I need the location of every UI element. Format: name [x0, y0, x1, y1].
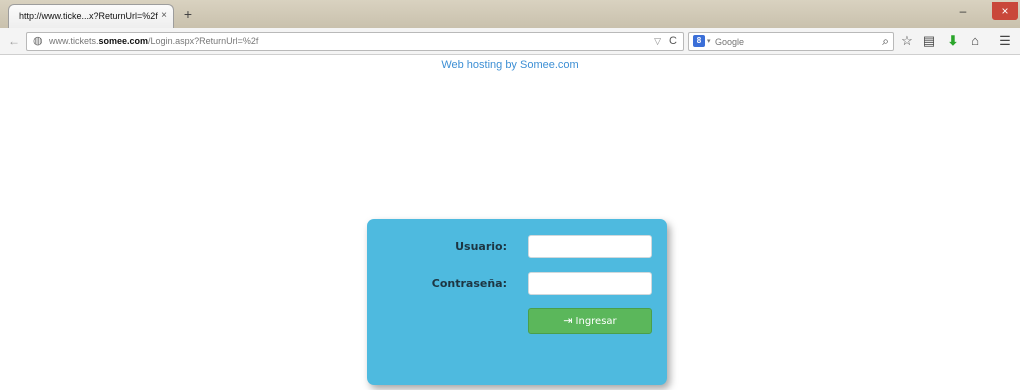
- username-label: Usuario:: [455, 240, 507, 253]
- login-button[interactable]: ⇥ Ingresar: [528, 308, 652, 334]
- tab-close-icon[interactable]: ×: [161, 5, 167, 27]
- password-input[interactable]: [528, 272, 652, 295]
- search-engine-icon[interactable]: 8: [693, 35, 705, 47]
- home-icon[interactable]: ⌂: [966, 31, 984, 51]
- username-input[interactable]: [528, 235, 652, 258]
- browser-navbar: ← ◍ www.tickets.somee.com/Login.aspx?Ret…: [0, 28, 1020, 55]
- window-close-button[interactable]: ×: [992, 2, 1018, 20]
- search-bar[interactable]: 8 ▾ ⌕: [688, 32, 894, 51]
- url-path: /Login.aspx?ReturnUrl=%2f: [148, 36, 259, 46]
- menu-icon[interactable]: ☰: [996, 31, 1014, 51]
- url-history-dropdown-icon[interactable]: ▽: [654, 33, 661, 50]
- search-icon[interactable]: ⌕: [882, 33, 889, 50]
- new-tab-button[interactable]: +: [180, 6, 196, 22]
- tab-title: http://www.ticke...x?ReturnUrl=%2f: [19, 11, 158, 21]
- web-hosting-link[interactable]: Web hosting by Somee.com: [0, 59, 1020, 71]
- login-button-label: Ingresar: [575, 316, 617, 327]
- url-domain: somee.com: [98, 36, 149, 46]
- browser-tab[interactable]: http://www.ticke...x?ReturnUrl=%2f ×: [8, 4, 174, 28]
- bookmarks-menu-icon[interactable]: ▤: [920, 31, 938, 51]
- browser-titlebar: http://www.ticke...x?ReturnUrl=%2f × + –…: [0, 0, 1020, 28]
- window-minimize-button[interactable]: –: [952, 4, 974, 20]
- bookmark-star-icon[interactable]: ☆: [898, 31, 916, 51]
- back-arrow-icon[interactable]: ←: [6, 33, 22, 49]
- globe-icon: ◍: [33, 35, 43, 47]
- reload-icon[interactable]: C: [669, 33, 677, 50]
- search-input[interactable]: [715, 34, 865, 49]
- login-panel: Usuario: Contraseña: ⇥ Ingresar: [367, 219, 667, 385]
- download-icon[interactable]: ⬇: [944, 31, 962, 51]
- password-label: Contraseña:: [431, 277, 507, 290]
- address-bar[interactable]: ◍ www.tickets.somee.com/Login.aspx?Retur…: [26, 32, 684, 51]
- url-prefix: www.tickets.: [49, 36, 99, 46]
- search-engine-dropdown-icon[interactable]: ▾: [707, 33, 711, 50]
- url-text[interactable]: www.tickets.somee.com/Login.aspx?ReturnU…: [49, 33, 258, 50]
- sign-in-icon: ⇥: [563, 314, 573, 327]
